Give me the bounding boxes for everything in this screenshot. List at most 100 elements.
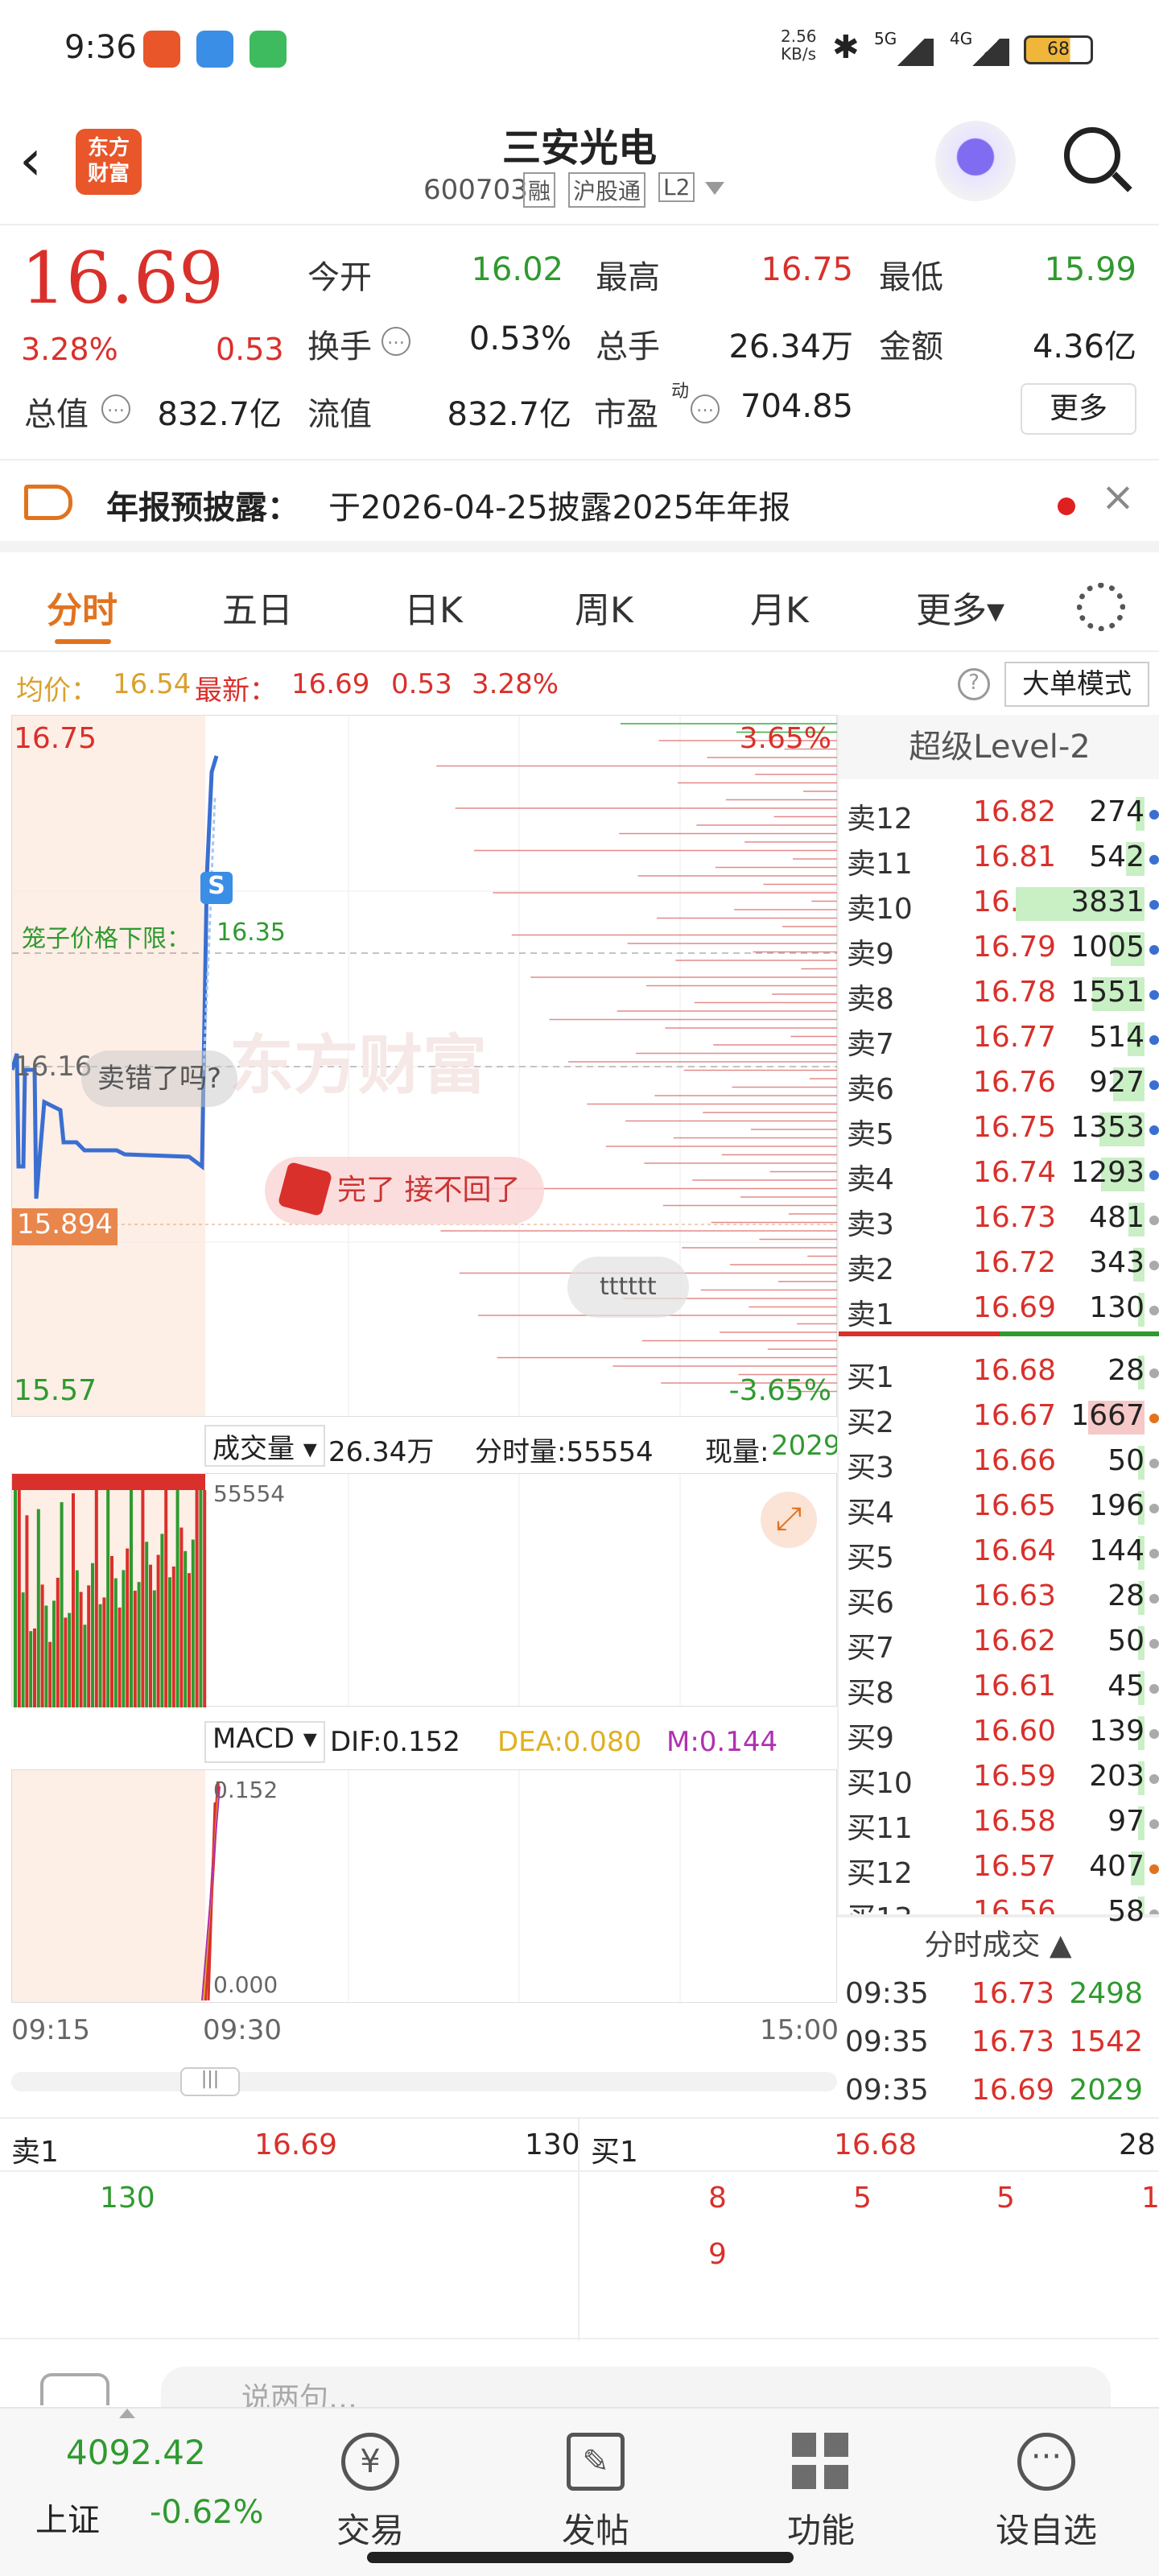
ask-row[interactable]: 卖11 16.81 542 <box>839 836 1159 881</box>
turnover-value: 0.53% <box>468 320 571 357</box>
bid-row[interactable]: 买6 16.63 28 <box>839 1575 1159 1620</box>
nav-post[interactable]: ✎ 发帖 <box>523 2409 668 2570</box>
net-speed: 2.56 KB/s <box>781 27 817 64</box>
volume-bar <box>149 1564 152 1707</box>
notice-bar[interactable]: 年报预披露： 于2026-04-25披露2025年年报 × <box>0 462 1159 552</box>
time-scrollbar[interactable] <box>11 2072 837 2091</box>
level-volume: 1293 <box>1070 1156 1145 1189</box>
robot-assistant-icon[interactable] <box>935 121 1016 201</box>
volume-bar <box>94 1488 98 1707</box>
queue-buy-price: 16.68 <box>834 2128 918 2161</box>
level-price: 16.76 <box>972 1066 1056 1099</box>
level-label: 卖9 <box>847 938 894 971</box>
bid-row[interactable]: 买11 16.58 97 <box>839 1800 1159 1845</box>
tab-five-day[interactable]: 五日 <box>222 581 293 633</box>
macd-select[interactable]: MACD ▾ <box>204 1721 325 1763</box>
trade-price: 16.73 <box>971 1977 1054 2010</box>
level-label: 买10 <box>847 1767 913 1800</box>
tab-more[interactable]: 更多▾ <box>916 581 1004 633</box>
latest-label: 最新： <box>195 675 277 707</box>
sell-mark-icon[interactable]: S <box>200 872 233 904</box>
volume-bar <box>75 1570 79 1707</box>
queue-buy-order: 5 <box>996 2182 1015 2215</box>
level-price: 16.59 <box>972 1760 1056 1793</box>
nav-functions[interactable]: 功能 <box>749 2409 893 2570</box>
volume-bar <box>36 1509 40 1707</box>
level2-title: 超级Level-2 <box>839 715 1159 779</box>
index-change[interactable]: -0.62% <box>150 2494 264 2531</box>
ask-row[interactable]: 卖12 16.82 274 <box>839 791 1159 836</box>
trade-row: 09:35 16.73 1542 <box>837 2021 1159 2066</box>
bid-row[interactable]: 买12 16.57 407 <box>839 1845 1159 1890</box>
level-dot <box>1149 1080 1159 1090</box>
bid-row[interactable]: 买2 16.67 1667 <box>839 1394 1159 1439</box>
ask-row[interactable]: 卖1 16.69 130 <box>839 1286 1159 1331</box>
tab-day-k[interactable]: 日K <box>404 581 463 633</box>
scroll-handle[interactable]: ||| <box>180 2067 240 2096</box>
ask-row[interactable]: 卖8 16.78 1551 <box>839 971 1159 1016</box>
level-label: 买4 <box>847 1496 894 1530</box>
comment-bubble[interactable]: tttttt <box>567 1257 689 1318</box>
level-label: 卖1 <box>847 1298 894 1331</box>
tab-minute[interactable]: 分时 <box>47 581 118 633</box>
bid-row[interactable]: 买9 16.60 139 <box>839 1710 1159 1755</box>
bid-row[interactable]: 买3 16.66 50 <box>839 1439 1159 1484</box>
info-icon[interactable]: … <box>101 394 130 423</box>
volume-bar <box>48 1641 52 1707</box>
level-volume: 1551 <box>1070 976 1145 1009</box>
ask-row[interactable]: 卖2 16.72 343 <box>839 1241 1159 1286</box>
bid-row[interactable]: 买10 16.59 203 <box>839 1755 1159 1800</box>
volume-value: 26.34万 <box>728 328 853 365</box>
ask-row[interactable]: 卖7 16.77 514 <box>839 1016 1159 1061</box>
nav-trade-label: 交易 <box>336 2511 404 2550</box>
nav-add-watchlist[interactable]: ··· 设自选 <box>974 2409 1119 2570</box>
keyboard-icon[interactable] <box>40 2373 109 2405</box>
comment-bubble[interactable]: 卖错了吗? <box>81 1051 238 1107</box>
help-icon[interactable]: ? <box>958 668 990 700</box>
volume-chart[interactable]: 55554 ⤢ <box>11 1473 837 1707</box>
ask-row[interactable]: 卖6 16.76 927 <box>839 1061 1159 1106</box>
spread-divider <box>839 1331 1159 1336</box>
bid-row[interactable]: 买1 16.68 28 <box>839 1349 1159 1394</box>
volume-bar <box>21 1592 25 1707</box>
macd-chart[interactable]: 0.152 0.000 <box>11 1769 837 2004</box>
volume-select[interactable]: 成交量 ▾ <box>204 1425 325 1467</box>
info-icon[interactable]: … <box>691 394 720 423</box>
pe-dynamic-mark: 动 <box>671 382 690 402</box>
active-tab-indicator <box>55 639 111 644</box>
ask-row[interactable]: 卖5 16.75 1353 <box>839 1106 1159 1151</box>
volume-bar <box>64 1617 68 1707</box>
close-icon[interactable]: × <box>1101 473 1135 520</box>
bid-row[interactable]: 买5 16.64 144 <box>839 1530 1159 1575</box>
level-dot <box>1149 1368 1159 1378</box>
tab-month-k[interactable]: 月K <box>750 581 809 633</box>
ask-row[interactable]: 卖10 16.80 3831 <box>839 881 1159 926</box>
ask-row[interactable]: 卖4 16.74 1293 <box>839 1151 1159 1196</box>
chevron-down-icon[interactable] <box>705 182 724 195</box>
level-dot <box>1149 1504 1159 1513</box>
volume-bar <box>79 1591 83 1707</box>
info-icon[interactable]: … <box>382 327 410 356</box>
ask-row[interactable]: 卖9 16.79 1005 <box>839 926 1159 971</box>
level-price: 16.62 <box>972 1624 1056 1657</box>
intraday-chart[interactable]: 16.75 3.65% 15.57 -3.65% 16.16 15.894 笼子… <box>11 715 838 1418</box>
latest-value: 16.69 <box>291 668 370 700</box>
order-book: 超级Level-2 卖12 16.82 274 卖11 16.81 542 卖10 16.80… <box>837 715 1159 1935</box>
level-dot <box>1149 1306 1159 1315</box>
level-label: 买7 <box>847 1632 894 1665</box>
chevron-up-icon[interactable] <box>119 2409 135 2418</box>
pe-label: 市盈 <box>594 396 658 433</box>
settings-icon[interactable] <box>1077 583 1125 631</box>
bid-row[interactable]: 买8 16.61 45 <box>839 1665 1159 1710</box>
big-order-mode-button[interactable]: 大单模式 <box>1004 662 1149 707</box>
level-price: 16.63 <box>972 1579 1056 1612</box>
more-button[interactable]: 更多 <box>1021 383 1136 435</box>
expand-icon[interactable]: ⤢ <box>761 1492 817 1548</box>
tab-week-k[interactable]: 周K <box>575 581 633 633</box>
bid-row[interactable]: 买7 16.62 50 <box>839 1620 1159 1665</box>
index-name[interactable]: 上证 <box>35 2494 100 2541</box>
nav-trade[interactable]: ¥ 交易 <box>298 2409 443 2570</box>
index-value[interactable]: 4092.42 <box>66 2433 206 2472</box>
bid-row[interactable]: 买4 16.65 196 <box>839 1484 1159 1530</box>
ask-row[interactable]: 卖3 16.73 481 <box>839 1196 1159 1241</box>
